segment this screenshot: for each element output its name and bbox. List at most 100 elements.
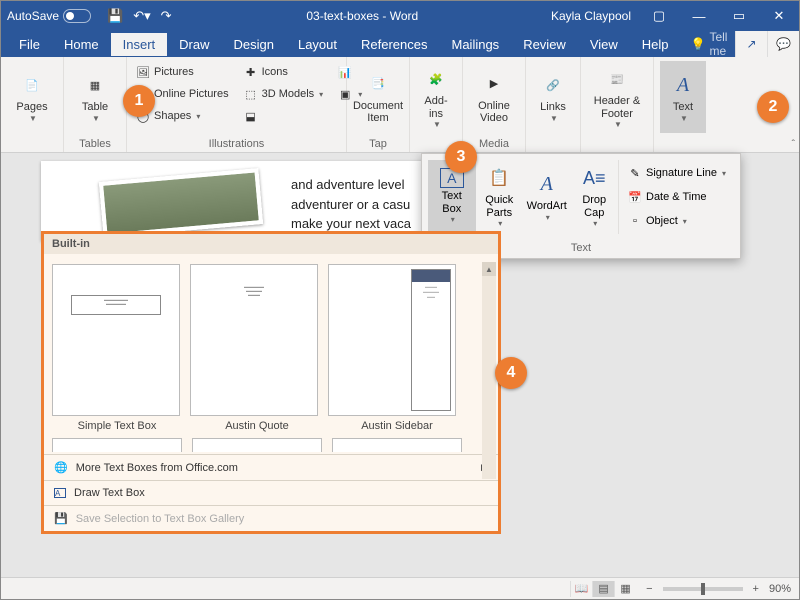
group-addins: 🧩 Add- ins ▼: [410, 57, 463, 152]
tab-layout[interactable]: Layout: [286, 33, 349, 56]
table-icon: ▦: [81, 71, 109, 99]
close-icon[interactable]: ✕: [759, 1, 799, 31]
comments-icon[interactable]: 💬: [767, 31, 799, 57]
gallery-item-partial[interactable]: [332, 438, 462, 452]
callout-1: 1: [123, 85, 155, 117]
smartart-button[interactable]: ⬓: [241, 105, 326, 127]
gallery-label: Simple Text Box: [52, 420, 182, 432]
gallery-item-partial[interactable]: [192, 438, 322, 452]
3d-models-button[interactable]: ⬚3D Models▾: [241, 83, 326, 105]
zoom-slider[interactable]: [663, 587, 743, 591]
share-icon[interactable]: ↗: [735, 31, 767, 57]
tab-view[interactable]: View: [578, 33, 630, 56]
text-box-draw-icon: A: [54, 488, 66, 498]
document-image[interactable]: [99, 168, 263, 238]
ribbon-tabs: File Home Insert Draw Design Layout Refe…: [1, 31, 799, 57]
undo-icon[interactable]: ↶▾: [133, 8, 150, 24]
user-name[interactable]: Kayla Claypool: [543, 9, 639, 23]
tab-draw[interactable]: Draw: [167, 33, 221, 56]
group-header-footer: 📰 Header & Footer ▼: [581, 57, 654, 152]
tab-references[interactable]: References: [349, 33, 439, 56]
minimize-icon[interactable]: —: [679, 1, 719, 31]
gallery-item-partial[interactable]: [52, 438, 182, 452]
table-button[interactable]: ▦ Table ▼: [70, 61, 120, 133]
gallery-label: Austin Quote: [192, 420, 322, 432]
group-label: Illustrations: [133, 136, 340, 150]
document-item-button[interactable]: 📑 Document Item: [353, 61, 403, 133]
globe-icon: 🌐: [54, 461, 68, 474]
chevron-down-icon: ▼: [92, 114, 100, 123]
tab-design[interactable]: Design: [222, 33, 286, 56]
lightbulb-icon: 💡: [691, 37, 706, 51]
drop-cap-button[interactable]: A≡ Drop Cap▾: [571, 160, 619, 232]
quick-access-toolbar: 💾 ↶▾ ↷: [97, 8, 182, 24]
gallery-item-austin-sidebar[interactable]: ▬▬▬▬▬▬▬▬▬: [328, 264, 456, 416]
group-tables: ▦ Table ▼ Tables: [64, 57, 127, 152]
document-item-icon: 📑: [364, 70, 392, 98]
header-footer-button[interactable]: 📰 Header & Footer ▼: [587, 61, 647, 133]
draw-text-box[interactable]: ADraw Text Box: [44, 480, 498, 505]
scroll-up-icon[interactable]: ▲: [482, 262, 496, 276]
tab-file[interactable]: File: [7, 33, 52, 56]
text-box-gallery: Built-in ▬▬▬▬▬▬▬▬▬▬▬ ▬▬▬▬▬▬▬▬▬▬▬▬ ▬▬▬▬▬▬…: [41, 231, 501, 534]
quick-parts-button[interactable]: 📋 Quick Parts▾: [476, 160, 524, 232]
tab-review[interactable]: Review: [511, 33, 578, 56]
web-layout-icon[interactable]: ▦: [614, 581, 636, 597]
group-text: A Text ▼: [654, 57, 712, 152]
pages-button[interactable]: 📄 Pages ▼: [7, 61, 57, 133]
zoom-in-icon[interactable]: +: [753, 583, 759, 595]
icons-button[interactable]: ✚Icons: [241, 61, 326, 83]
tell-me-label: Tell me: [709, 30, 735, 58]
tab-home[interactable]: Home: [52, 33, 111, 56]
date-time-button[interactable]: 📅Date & Time: [625, 186, 728, 208]
gallery-label: Austin Sidebar: [332, 420, 462, 432]
ribbon: 📄 Pages ▼ ▦ Table ▼ Tables 🖼Pictures 🌐On…: [1, 57, 799, 153]
gallery-item-austin-quote[interactable]: ▬▬▬▬▬▬▬▬▬▬▬▬: [190, 264, 318, 416]
gallery-scrollbar[interactable]: ▲: [482, 262, 496, 479]
window-title: 03-text-boxes - Word: [182, 9, 543, 23]
collapse-ribbon-icon[interactable]: ˆ: [792, 139, 795, 150]
zoom-out-icon[interactable]: −: [646, 583, 652, 595]
read-mode-icon[interactable]: 📖: [570, 581, 592, 597]
object-button[interactable]: ▫Object▾: [625, 210, 728, 232]
text-button[interactable]: A Text ▼: [660, 61, 706, 133]
signature-line-button[interactable]: ✎Signature Line▾: [625, 162, 728, 184]
header-footer-icon: 📰: [603, 65, 631, 93]
callout-3: 3: [445, 141, 477, 173]
print-layout-icon[interactable]: ▤: [592, 581, 614, 597]
addins-icon: 🧩: [422, 65, 450, 93]
gallery-item-simple[interactable]: ▬▬▬▬▬▬▬▬▬▬▬: [52, 264, 180, 416]
pictures-button[interactable]: 🖼Pictures: [133, 61, 231, 83]
text-icon: A: [669, 71, 697, 99]
zoom-value[interactable]: 90%: [769, 583, 791, 595]
group-label: Tap: [353, 136, 403, 150]
pages-icon: 📄: [18, 71, 46, 99]
group-links: 🔗 Links ▼: [526, 57, 581, 152]
autosave-label: AutoSave: [7, 9, 59, 23]
group-illustrations: 🖼Pictures 🌐Online Pictures ◯Shapes▾ ✚Ico…: [127, 57, 347, 152]
pictures-icon: 🖼: [135, 64, 151, 80]
status-bar: 📖 ▤ ▦ − + 90%: [1, 577, 799, 599]
save-icon[interactable]: 💾: [107, 8, 123, 24]
online-video-button[interactable]: ▶ Online Video: [469, 61, 519, 133]
group-label: Media: [469, 136, 519, 150]
quick-parts-icon: 📋: [485, 164, 513, 192]
video-icon: ▶: [480, 70, 508, 98]
tab-mailings[interactable]: Mailings: [440, 33, 512, 56]
tell-me[interactable]: 💡 Tell me: [691, 30, 735, 58]
tab-insert[interactable]: Insert: [111, 33, 168, 56]
ribbon-display-icon[interactable]: ▢: [639, 1, 679, 31]
maximize-icon[interactable]: ▭: [719, 1, 759, 31]
icons-icon: ✚: [243, 64, 259, 80]
more-text-boxes[interactable]: 🌐More Text Boxes from Office.com ▶: [44, 454, 498, 480]
wordart-icon: A: [533, 170, 561, 198]
tab-help[interactable]: Help: [630, 33, 681, 56]
links-button[interactable]: 🔗 Links ▼: [532, 61, 574, 133]
wordart-button[interactable]: A WordArt▾: [523, 160, 571, 232]
addins-button[interactable]: 🧩 Add- ins ▼: [416, 61, 456, 133]
drop-cap-icon: A≡: [580, 164, 608, 192]
calendar-icon: 📅: [627, 189, 643, 205]
callout-4: 4: [495, 357, 527, 389]
autosave-toggle[interactable]: AutoSave: [1, 9, 97, 23]
redo-icon[interactable]: ↷: [161, 8, 172, 24]
